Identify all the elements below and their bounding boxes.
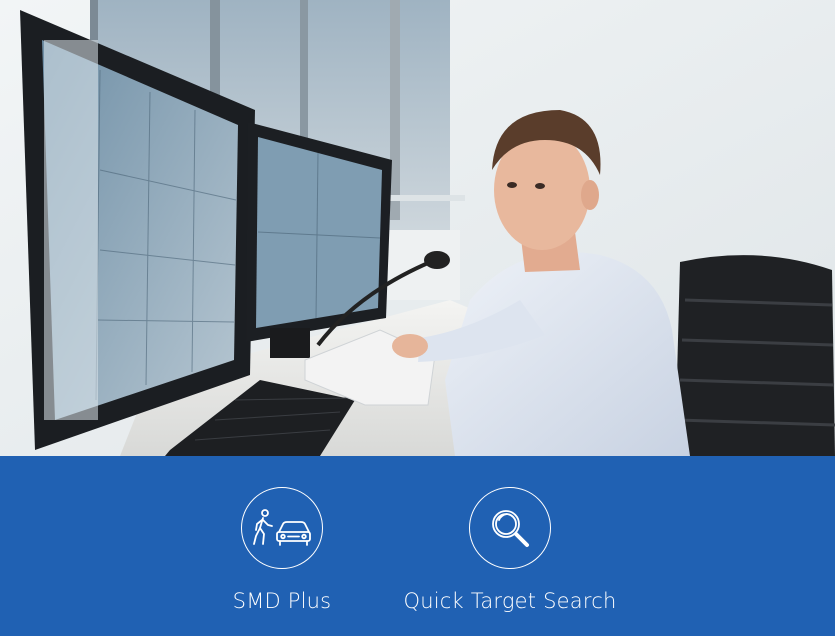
hero-photo (0, 0, 835, 456)
magnifier-icon (469, 487, 551, 569)
feature-label-smd-plus: SMD Plus (232, 589, 332, 613)
feature-smd-plus: SMD Plus (182, 487, 382, 613)
feature-banner: SMD Plus Quick Target Search (0, 456, 835, 636)
feature-quick-target-search: Quick Target Search (380, 487, 640, 613)
feature-label-quick-target-search: Quick Target Search (403, 589, 617, 613)
person-and-car-icon (241, 487, 323, 569)
page-frame: SMD Plus Quick Target Search (0, 0, 835, 636)
